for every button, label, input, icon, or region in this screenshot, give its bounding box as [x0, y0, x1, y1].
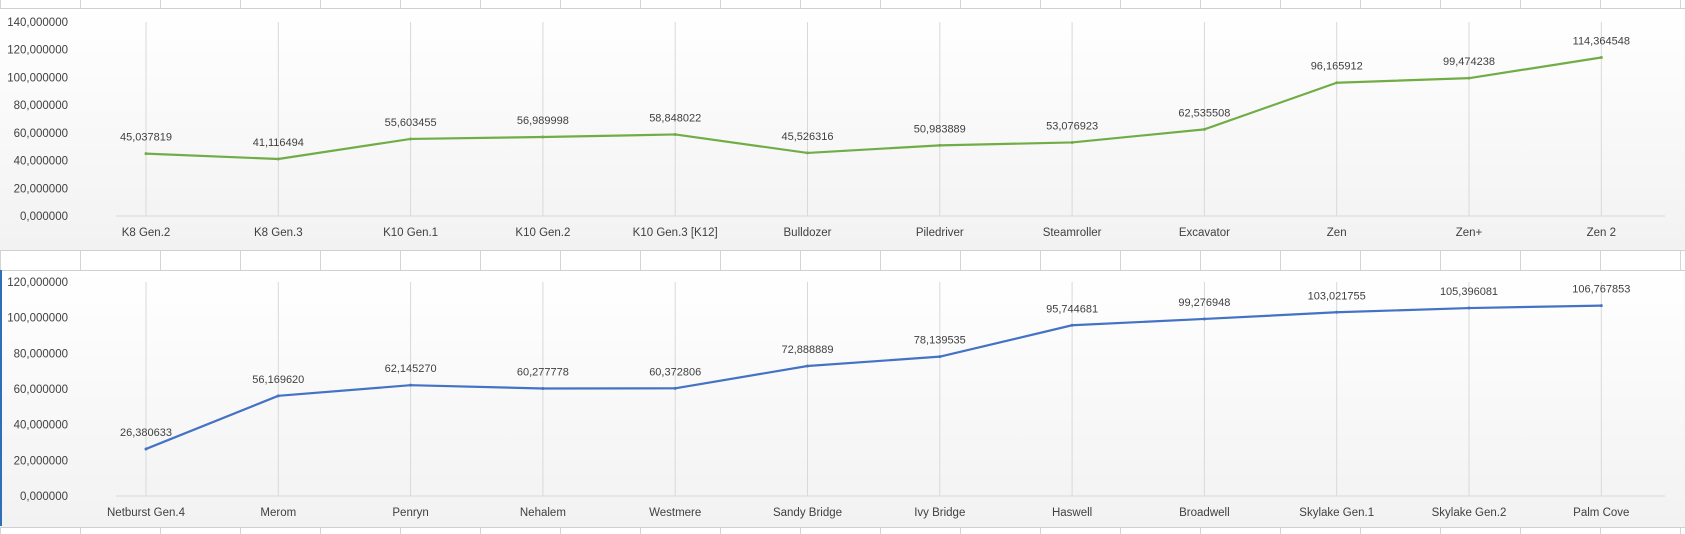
x-tick-label: Haswell	[1052, 507, 1092, 519]
x-tick-label: Skylake Gen.2	[1432, 507, 1507, 519]
x-tick-label: Sandy Bridge	[773, 507, 842, 519]
data-label: 106,767853	[1572, 284, 1630, 296]
y-tick-label: 0,000000	[20, 491, 68, 503]
x-tick-label: Ivy Bridge	[914, 507, 965, 519]
y-tick-label: 40,000000	[14, 420, 68, 432]
data-point[interactable]	[144, 152, 148, 156]
data-point[interactable]	[806, 151, 809, 155]
x-tick-label: Zen+	[1456, 227, 1483, 239]
data-point[interactable]	[673, 386, 677, 390]
intel-chart: 0,000000 20,000000 40,000000 60,000000 80,00…	[7, 277, 1665, 519]
y-tick-label: 60,000000	[14, 128, 68, 140]
x-tick-label: K8 Gen.3	[254, 227, 303, 239]
data-label: 41,116494	[253, 137, 304, 149]
series-line[interactable]	[145, 304, 1602, 450]
y-tick-label: 40,000000	[14, 156, 68, 168]
y-tick-label: 100,000000	[7, 72, 68, 84]
x-tick-label: Bulldozer	[784, 227, 832, 239]
data-label: 45,526316	[782, 131, 834, 143]
y-tick-label: 20,000000	[14, 183, 68, 195]
y-tick-label: 0,000000	[20, 211, 68, 223]
data-label: 95,744681	[1046, 303, 1098, 315]
amd-chart: 0,000000 20,000000 40,000000 60,000000 80,00…	[7, 17, 1665, 239]
data-label: 60,372806	[649, 366, 701, 378]
data-label: 103,021755	[1308, 290, 1366, 302]
y-tick-label: 80,000000	[14, 348, 68, 360]
data-label: 105,396081	[1440, 286, 1498, 298]
data-point[interactable]	[276, 394, 280, 398]
data-point[interactable]	[1335, 81, 1339, 85]
data-point[interactable]	[1599, 56, 1603, 60]
x-tick-label: Westmere	[649, 507, 701, 519]
data-point[interactable]	[144, 447, 148, 451]
data-label: 50,983889	[914, 123, 966, 135]
data-label: 60,277778	[517, 367, 569, 379]
data-point[interactable]	[541, 135, 545, 139]
data-label: 96,165912	[1311, 61, 1363, 73]
data-point[interactable]	[1467, 76, 1471, 80]
x-tick-label: Merom	[260, 507, 296, 519]
data-point[interactable]	[1070, 323, 1074, 327]
x-tick-label: Penryn	[392, 507, 428, 519]
x-tick-label: Zen 2	[1587, 227, 1616, 239]
data-point[interactable]	[1467, 306, 1471, 310]
y-tick-label: 120,000000	[7, 277, 68, 289]
data-label: 62,535508	[1178, 107, 1230, 119]
data-label: 45,037819	[120, 132, 172, 144]
y-tick-label: 140,000000	[7, 17, 68, 29]
data-point[interactable]	[1599, 304, 1603, 308]
x-tick-label: Broadwell	[1179, 507, 1230, 519]
data-label: 26,380633	[120, 427, 172, 439]
x-tick-label: Steamroller	[1043, 227, 1102, 239]
data-point[interactable]	[409, 383, 413, 387]
y-tick-label: 60,000000	[14, 384, 68, 396]
data-point[interactable]	[276, 157, 280, 161]
data-label: 55,603455	[385, 117, 437, 129]
series-line[interactable]	[145, 56, 1602, 161]
data-label: 114,364548	[1573, 36, 1630, 48]
x-tick-label: K10 Gen.2	[515, 227, 570, 239]
x-tick-label: Skylake Gen.1	[1299, 507, 1374, 519]
y-tick-label: 120,000000	[7, 45, 68, 57]
data-label: 62,145270	[385, 363, 437, 375]
data-label: 99,276948	[1178, 297, 1230, 309]
data-point[interactable]	[938, 143, 942, 147]
data-label: 99,474238	[1443, 56, 1495, 68]
y-tick-label: 100,000000	[7, 313, 68, 325]
data-point[interactable]	[1202, 317, 1206, 321]
data-label: 56,169620	[252, 374, 304, 386]
data-label: 78,139535	[914, 335, 966, 347]
y-tick-label: 80,000000	[14, 100, 68, 112]
x-tick-label: K10 Gen.3 [K12]	[633, 227, 718, 239]
x-tick-label: Piledriver	[916, 227, 964, 239]
x-tick-label: Excavator	[1179, 227, 1230, 239]
x-tick-label: Palm Cove	[1573, 507, 1629, 519]
data-label: 72,888889	[782, 344, 834, 356]
y-tick-label: 20,000000	[14, 455, 68, 467]
data-label: 53,076923	[1046, 120, 1098, 132]
data-point[interactable]	[409, 137, 413, 141]
data-point[interactable]	[806, 364, 809, 368]
data-point[interactable]	[1335, 310, 1339, 314]
x-tick-label: Zen	[1327, 227, 1347, 239]
charts-svg: 0,000000 20,000000 40,000000 60,000000 80,00…	[7, 17, 1665, 519]
x-tick-label: K10 Gen.1	[383, 227, 438, 239]
x-tick-label: Nehalem	[520, 507, 566, 519]
data-point[interactable]	[1202, 127, 1206, 131]
data-point[interactable]	[541, 387, 545, 391]
data-point[interactable]	[1070, 140, 1074, 144]
x-tick-label: K8 Gen.2	[122, 227, 171, 239]
data-label: 56,989998	[517, 115, 569, 127]
data-point[interactable]	[938, 355, 942, 359]
data-point[interactable]	[673, 132, 677, 136]
data-label: 58,848022	[649, 112, 701, 124]
x-tick-label: Netburst Gen.4	[107, 507, 186, 519]
